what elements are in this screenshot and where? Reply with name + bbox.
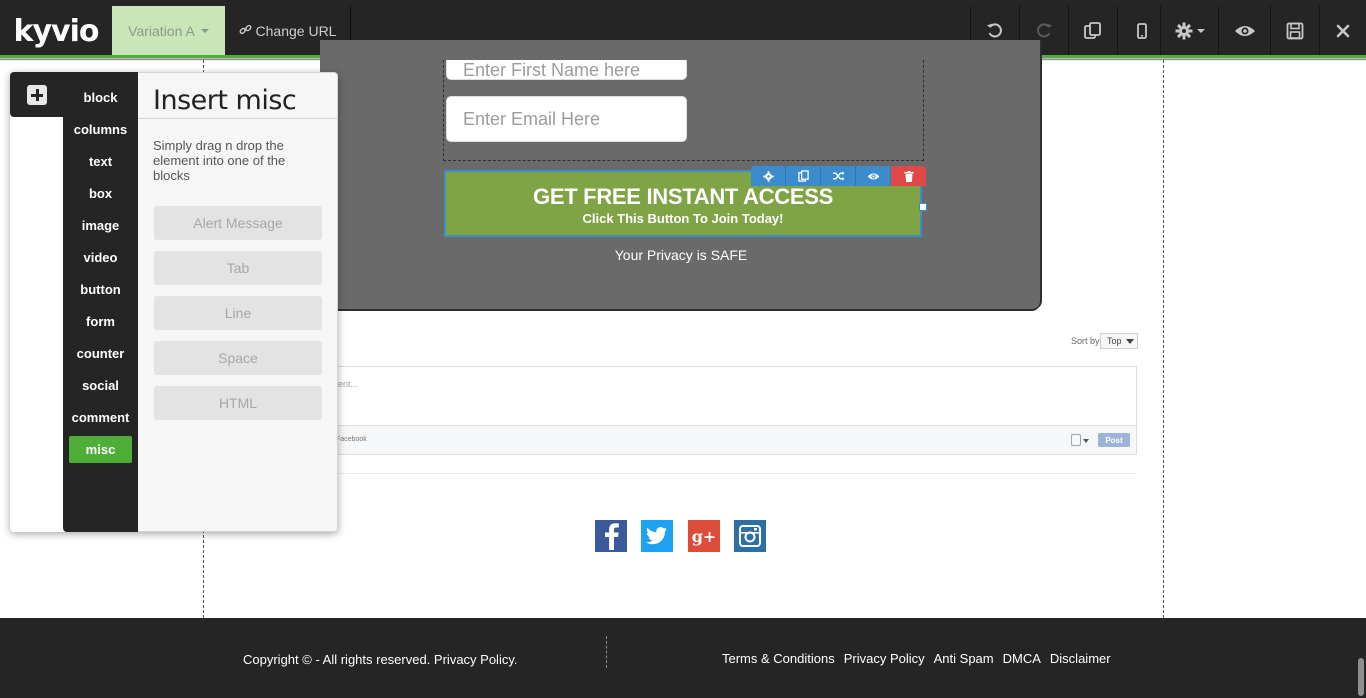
gear-icon xyxy=(1175,22,1193,40)
comment-input[interactable]: ent... xyxy=(325,366,1137,425)
cta-main-text: GET FREE INSTANT ACCESS xyxy=(533,184,833,209)
misc-tab[interactable]: Tab xyxy=(154,251,322,285)
floppy-disk-icon xyxy=(1286,22,1304,40)
email-placeholder: Enter Email Here xyxy=(463,108,601,129)
cta-sub-text: Click This Button To Join Today! xyxy=(582,211,784,226)
eye-icon xyxy=(867,173,879,179)
copy-icon xyxy=(1083,21,1103,41)
insert-pane-title: Insert misc xyxy=(153,85,297,116)
comment-placeholder: ent... xyxy=(338,379,359,389)
undo-icon xyxy=(986,22,1004,40)
insert-pane-description: Simply drag n drop the element into one … xyxy=(153,138,286,183)
variation-dropdown[interactable]: Variation A xyxy=(112,6,225,56)
privacy-note: Your Privacy is SAFE xyxy=(614,247,748,263)
chevron-down-icon xyxy=(1083,439,1089,443)
variation-label: Variation A xyxy=(128,23,195,39)
preview-button[interactable] xyxy=(1218,6,1270,56)
insert-element-toggle[interactable] xyxy=(10,72,64,117)
chevron-down-icon xyxy=(1196,29,1205,33)
category-box[interactable]: box xyxy=(69,180,132,207)
scrollbar-thumb[interactable] xyxy=(1358,658,1364,696)
footer-link-anti-spam[interactable]: Anti Spam xyxy=(934,651,994,666)
shuffle-icon xyxy=(832,171,845,181)
misc-html[interactable]: HTML xyxy=(154,386,322,420)
category-comment[interactable]: comment xyxy=(69,404,132,431)
mobile-icon xyxy=(1136,23,1148,39)
chevron-down-icon xyxy=(200,29,209,33)
duplicate-icon xyxy=(797,170,809,182)
footer-link-disclaimer[interactable]: Disclaimer xyxy=(1050,651,1111,666)
email-field[interactable]: Enter Email Here xyxy=(446,96,687,142)
trash-icon xyxy=(903,170,914,182)
eye-icon xyxy=(1234,24,1256,38)
sort-select[interactable]: Top xyxy=(1100,333,1138,349)
category-button[interactable]: button xyxy=(69,276,132,303)
footer-link-terms[interactable]: Terms & Conditions xyxy=(722,651,835,666)
change-url-label: Change URL xyxy=(255,23,337,39)
sort-value: Top xyxy=(1107,336,1122,346)
first-name-placeholder: Enter First Name here xyxy=(463,60,641,80)
misc-line[interactable]: Line xyxy=(154,296,322,330)
google-plus-icon[interactable]: g+ xyxy=(688,520,720,552)
footer-link-dmca[interactable]: DMCA xyxy=(1003,651,1041,666)
save-button[interactable] xyxy=(1270,6,1319,56)
resize-handle[interactable] xyxy=(919,203,927,211)
footer-links: Terms & Conditions Privacy Policy Anti S… xyxy=(722,651,1111,666)
category-block[interactable]: block xyxy=(69,84,132,111)
category-counter[interactable]: counter xyxy=(69,340,132,367)
category-form[interactable]: form xyxy=(69,308,132,335)
close-icon xyxy=(1336,24,1350,38)
mobile-view-button[interactable] xyxy=(1117,6,1166,56)
footer-link-privacy[interactable]: Privacy Policy xyxy=(844,651,925,666)
twitter-icon[interactable] xyxy=(641,520,673,552)
facebook-label: Facebook xyxy=(336,436,367,443)
element-move-button[interactable] xyxy=(821,166,856,186)
misc-space[interactable]: Space xyxy=(154,341,322,375)
kyvio-logo[interactable]: kyvio xyxy=(0,6,112,56)
redo-icon xyxy=(1035,22,1053,40)
category-video[interactable]: video xyxy=(69,244,132,271)
element-toolbar xyxy=(751,166,926,186)
settings-dropdown-button[interactable] xyxy=(1160,6,1218,56)
chevron-down-icon xyxy=(1125,338,1134,344)
sort-by-label: Sort by xyxy=(1071,336,1100,346)
category-misc[interactable]: misc xyxy=(69,436,132,463)
element-delete-button[interactable] xyxy=(891,166,926,186)
close-editor-button[interactable] xyxy=(1319,6,1366,56)
misc-alert-message[interactable]: Alert Message xyxy=(154,206,322,240)
logo-text: kyvio xyxy=(13,13,100,49)
user-avatar-icon[interactable] xyxy=(1071,434,1081,446)
gear-icon xyxy=(762,170,774,182)
google-plus-glyph: g+ xyxy=(691,526,717,546)
right-content-guide xyxy=(1163,60,1164,698)
element-visibility-button[interactable] xyxy=(856,166,891,186)
post-comment-button[interactable]: Post xyxy=(1098,433,1130,447)
first-name-field[interactable]: Enter First Name here xyxy=(446,60,687,80)
insert-pane-divider xyxy=(138,118,337,119)
category-columns[interactable]: columns xyxy=(69,116,132,143)
element-duplicate-button[interactable] xyxy=(786,166,821,186)
link-icon xyxy=(239,23,252,39)
element-categories: block columns text box image video butto… xyxy=(63,72,138,532)
copyright-text: Copyright © - All rights reserved. Priva… xyxy=(243,652,518,667)
instagram-icon[interactable] xyxy=(734,520,766,552)
page-footer: Copyright © - All rights reserved. Priva… xyxy=(0,618,1366,698)
footer-divider xyxy=(606,636,607,668)
element-settings-button[interactable] xyxy=(751,166,786,186)
category-social[interactable]: social xyxy=(69,372,132,399)
section-divider xyxy=(325,473,1137,474)
comment-footer: Facebook Post xyxy=(325,425,1137,455)
facebook-icon[interactable] xyxy=(595,520,627,552)
insert-misc-pane: Insert misc Simply drag n drop the eleme… xyxy=(138,72,338,532)
copy-page-button[interactable] xyxy=(1068,6,1117,56)
category-image[interactable]: image xyxy=(69,212,132,239)
category-text[interactable]: text xyxy=(69,148,132,175)
plus-square-icon xyxy=(27,84,47,105)
